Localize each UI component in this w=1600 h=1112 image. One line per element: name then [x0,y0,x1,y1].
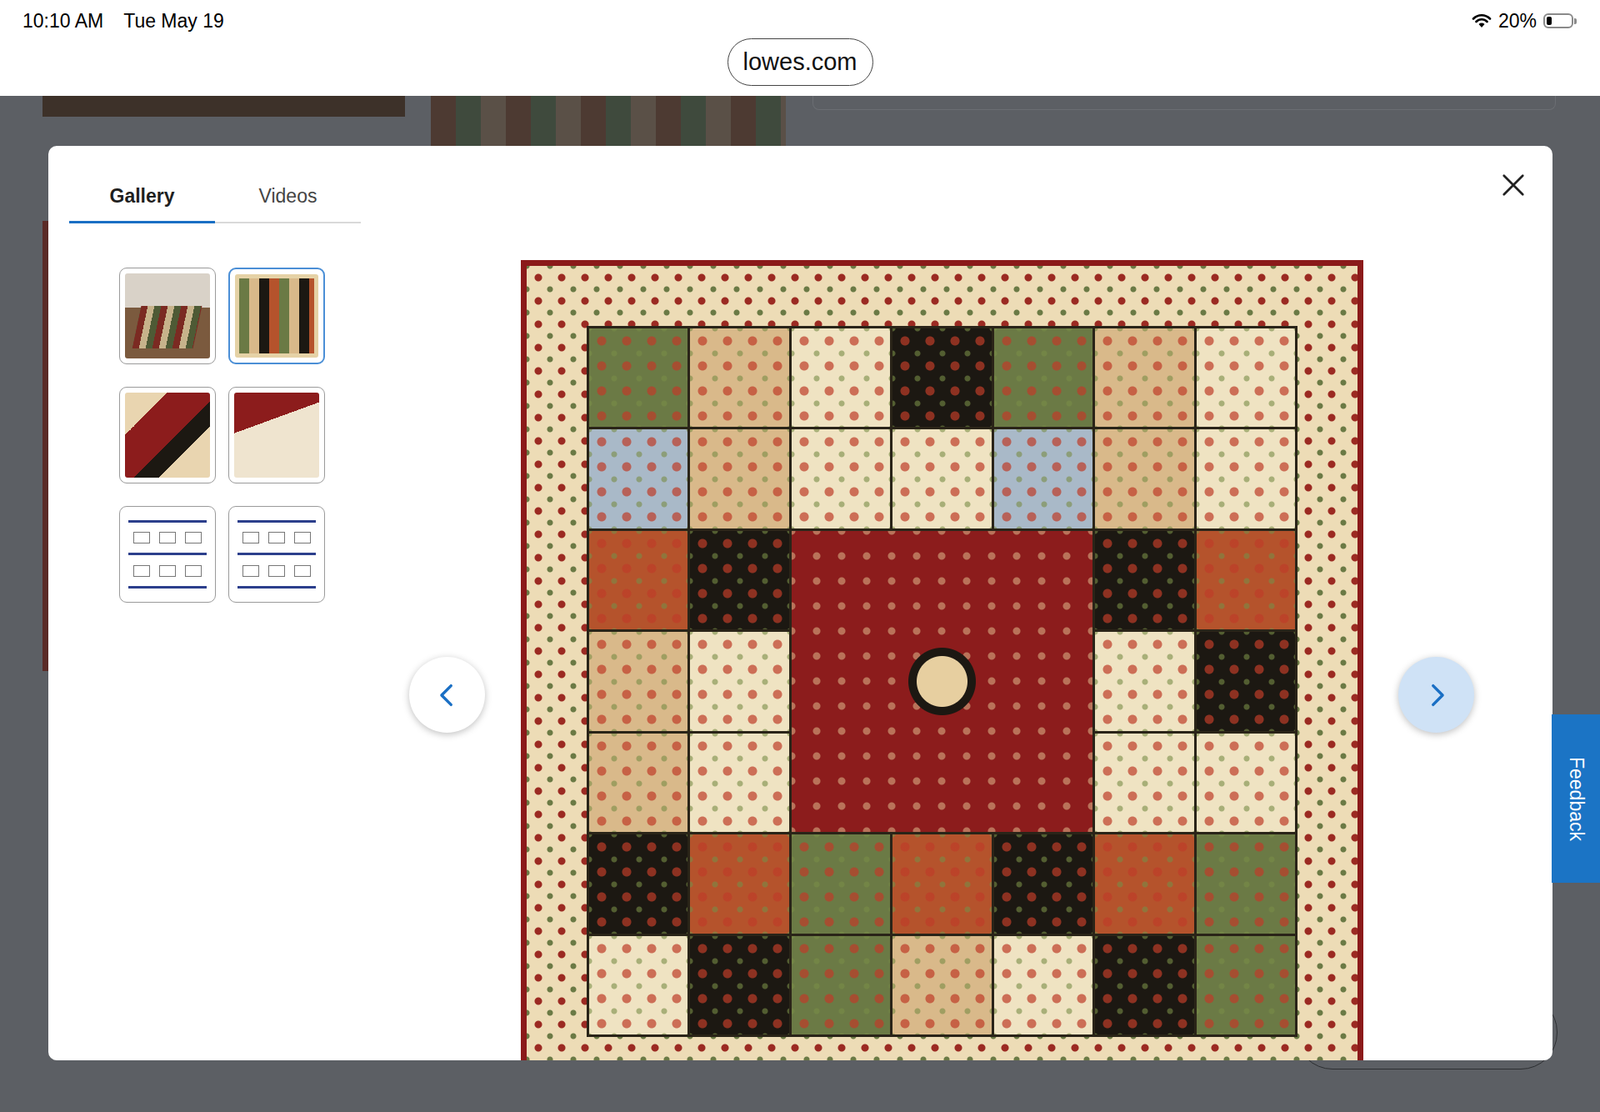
page-overlay[interactable]: GalleryVideos Feedback [0,95,1600,1112]
background-image [42,95,405,117]
status-time: 10:10 AM [22,10,104,33]
next-button[interactable] [1398,656,1475,733]
gallery-modal: GalleryVideos [48,145,1553,1060]
background-panel [812,95,1556,110]
gallery-sidebar: GalleryVideos [48,145,410,1060]
thumbnail-image [125,392,210,478]
image-stage [409,145,1553,1060]
status-date: Tue May 19 [123,10,225,33]
thumbnail[interactable] [119,267,216,365]
thumbnail-grid [119,267,410,603]
wifi-icon [1471,13,1492,29]
screen: 10:10 AM Tue May 19 20% lowes.com GalleryVid… [0,0,1600,1112]
product-image [520,260,1364,1060]
thumbnail-image [235,274,319,358]
battery-icon [1543,13,1577,29]
chevron-right-icon [1422,680,1451,710]
chevron-left-icon [433,680,462,710]
background-image [430,95,786,146]
thumbnail-image [125,273,210,359]
thumbnail[interactable] [228,267,325,365]
close-button[interactable] [1500,172,1526,198]
close-icon [1500,172,1526,198]
tab[interactable]: Gallery [69,166,215,224]
top-bar: 10:10 AM Tue May 19 20% lowes.com [0,0,1600,96]
thumbnail[interactable] [228,386,325,484]
thumbnail[interactable] [228,505,325,603]
battery-percent: 20% [1498,10,1537,33]
previous-button[interactable] [409,656,485,733]
thumbnail[interactable] [119,505,216,603]
thumbnail-image [125,511,210,597]
thumbnail-image [234,392,320,478]
tab-bar: GalleryVideos [69,166,361,224]
thumbnail-image [234,511,320,597]
status-bar: 10:10 AM Tue May 19 20% [0,0,1600,42]
tab[interactable]: Videos [215,166,361,222]
thumbnail[interactable] [119,386,216,484]
feedback-tab[interactable]: Feedback [1551,714,1600,883]
address-bar[interactable]: lowes.com [727,38,874,86]
